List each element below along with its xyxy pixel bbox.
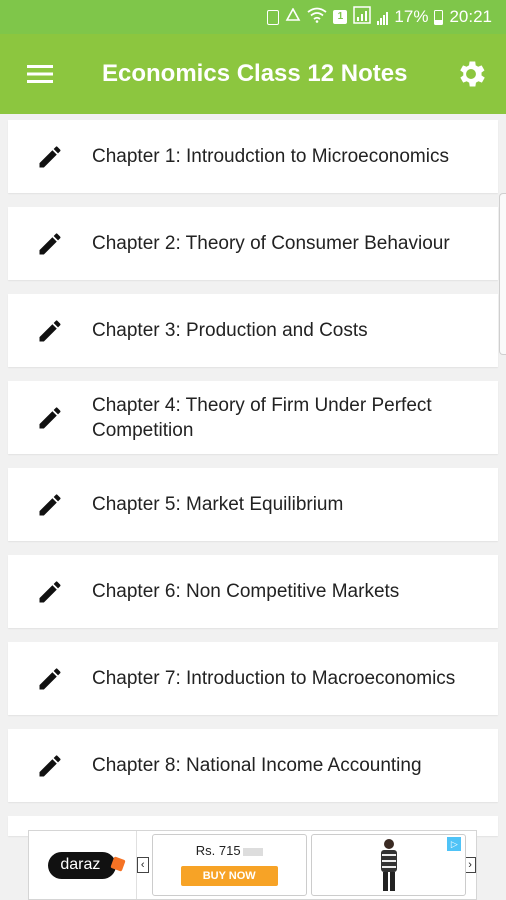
list-item-chapter-8[interactable]: Chapter 8: National Income Accounting — [8, 729, 498, 802]
gear-icon — [460, 61, 485, 87]
pencil-icon — [8, 491, 92, 519]
wifi-icon — [307, 7, 327, 28]
signal-icon — [377, 10, 389, 25]
ad-product-image-card[interactable]: ▷ — [310, 834, 467, 896]
chapter-label: Chapter 4: Theory of Firm Under Perfect … — [92, 394, 432, 441]
list-item-chapter-7[interactable]: Chapter 7: Introduction to Macroeconomic… — [8, 642, 498, 715]
hamburger-menu-icon — [27, 65, 53, 83]
battery-icon — [434, 9, 444, 25]
buy-now-button[interactable]: BUY NOW — [180, 866, 278, 886]
recycle-icon — [285, 7, 301, 27]
sim-icon: 1 — [333, 10, 348, 24]
pencil-icon — [8, 578, 92, 606]
chapter-label: Chapter 3: Production and Costs — [92, 320, 368, 341]
chapter-label: Chapter 1: Introudction to Microeconomic… — [92, 146, 449, 167]
list-item-chapter-3[interactable]: Chapter 3: Production and Costs — [8, 294, 498, 367]
blurred-price-mark — [242, 847, 263, 856]
chevron-left-icon[interactable]: ‹ — [136, 857, 149, 873]
pencil-icon — [8, 665, 92, 693]
signal-box-icon — [353, 5, 372, 29]
settings-button[interactable] — [436, 34, 506, 114]
ad-price: Rs. 715 — [195, 843, 241, 858]
list-item-chapter-2[interactable]: Chapter 2: Theory of Consumer Behaviour — [8, 207, 498, 280]
pencil-icon — [8, 143, 92, 171]
list-item-chapter-1[interactable]: Chapter 1: Introudction to Microeconomic… — [8, 120, 498, 193]
pencil-icon — [8, 230, 92, 258]
app-bar: Economics Class 12 Notes — [0, 34, 506, 114]
ad-choices-icon[interactable]: ▷ — [447, 837, 462, 851]
chapter-label: Chapter 6: Non Competitive Markets — [92, 581, 400, 602]
status-bar: 1 17% 20:21 — [0, 0, 506, 34]
brand-label: daraz — [48, 851, 117, 879]
page-title: Economics Class 12 Notes — [102, 60, 408, 87]
daraz-logo[interactable]: daraz — [29, 831, 137, 899]
hamburger-menu-button[interactable] — [0, 34, 80, 114]
list-item-chapter-5[interactable]: Chapter 5: Market Equilibrium — [8, 468, 498, 541]
scrollbar-thumb[interactable] — [499, 193, 506, 355]
model-photo — [380, 839, 397, 891]
pencil-icon — [8, 752, 92, 780]
battery-saver-icon — [267, 9, 280, 25]
ad-product-card[interactable]: Rs. 715 BUY NOW — [151, 834, 307, 896]
chapter-label: Chapter 5: Market Equilibrium — [92, 494, 344, 515]
chevron-right-icon[interactable]: › — [464, 857, 476, 873]
list-item-chapter-4[interactable]: Chapter 4: Theory of Firm Under Perfect … — [8, 381, 498, 454]
pencil-icon — [8, 404, 92, 432]
price-row: Rs. 715 — [196, 843, 263, 858]
chapter-label: Chapter 2: Theory of Consumer Behaviour — [92, 233, 450, 254]
chapter-label: Chapter 7: Introduction to Macroeconomic… — [92, 668, 456, 689]
pencil-icon — [8, 317, 92, 345]
status-time: 20:21 — [449, 7, 492, 26]
battery-percent: 17% — [394, 7, 429, 26]
chapter-label: Chapter 8: National Income Accounting — [92, 755, 422, 776]
ad-banner[interactable]: daraz ‹ Rs. 715 BUY NOW ▷ › — [28, 830, 477, 900]
list-item-chapter-6[interactable]: Chapter 6: Non Competitive Markets — [8, 555, 498, 628]
